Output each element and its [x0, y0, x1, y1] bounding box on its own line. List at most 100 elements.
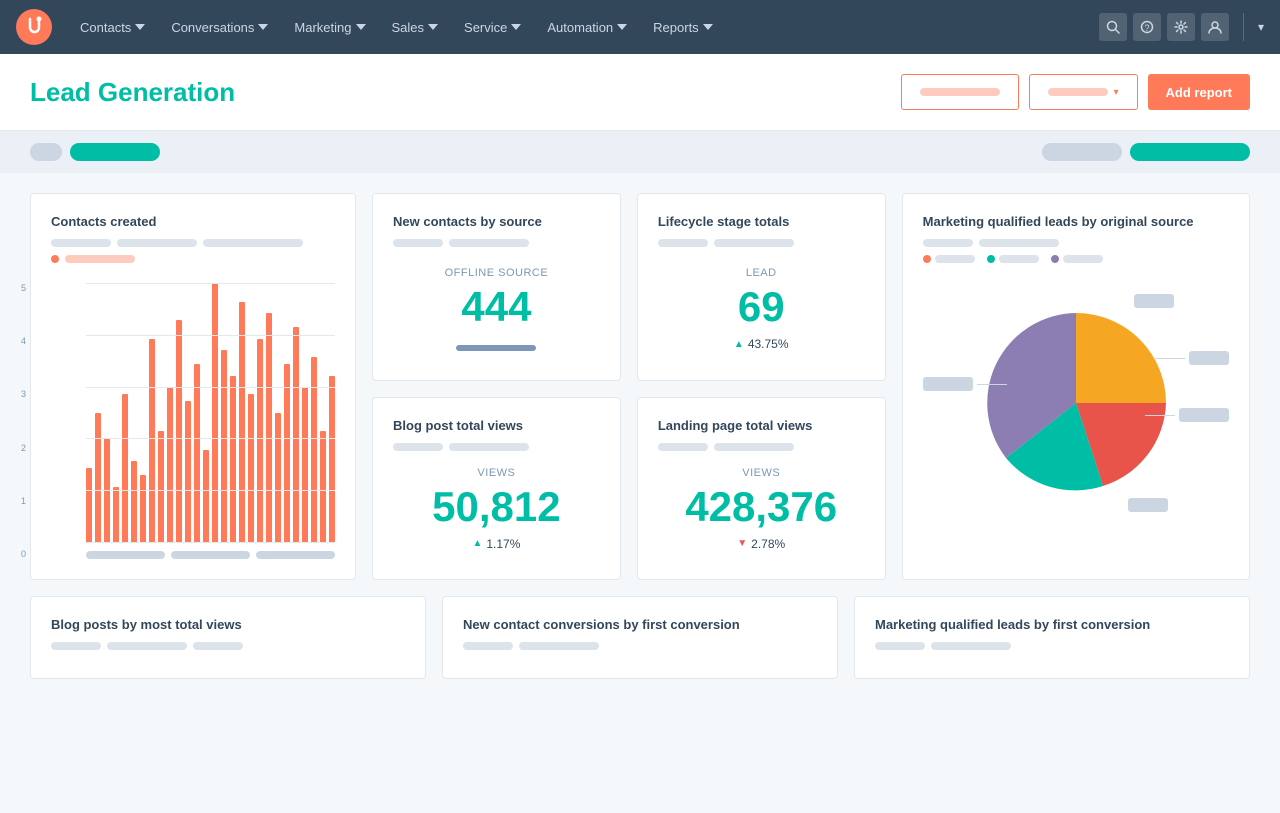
bpv-change: ▲ 1.17% [393, 537, 600, 551]
lpv-change: ▼ 2.78% [658, 537, 865, 551]
lpv-arrow: ▼ [737, 538, 747, 549]
pie-legend-teal [987, 255, 1039, 263]
page-title: Lead Generation [30, 77, 235, 108]
skel-bar2 [117, 239, 197, 247]
compare-filter-btn[interactable]: ▾ [1029, 74, 1138, 110]
lpv-change-value: 2.78% [751, 537, 785, 551]
pie-right-mid-skel [1179, 408, 1229, 422]
blog-most-views-card: Blog posts by most total views [30, 596, 426, 679]
bar-16 [230, 376, 236, 543]
mfc-skel2 [931, 642, 1011, 650]
bar-21 [275, 413, 281, 543]
blog-post-title: Blog post total views [393, 418, 600, 433]
ncc-title: New contact conversions by first convers… [463, 617, 817, 632]
pie-right-top-group [1155, 351, 1229, 365]
ls-arrow-up: ▲ [734, 339, 744, 350]
legend-label-1 [935, 255, 975, 263]
bpv-skel2 [449, 443, 529, 451]
bar-25 [311, 357, 317, 542]
mql-skel-row [923, 239, 1229, 247]
bar-7 [149, 339, 155, 543]
legend-dot-teal [987, 255, 995, 263]
add-report-btn[interactable]: Add report [1148, 74, 1250, 110]
y-label-2: 2 [21, 443, 26, 453]
pie-chart-area [923, 273, 1229, 533]
ls-skel-row [658, 239, 865, 247]
bar-4 [122, 394, 128, 542]
nav-item-reports[interactable]: Reports [641, 14, 725, 41]
chart-y-labels: 5 4 3 2 1 0 [21, 283, 26, 559]
ls-value: 69 [658, 283, 865, 331]
nav-item-sales[interactable]: Sales [380, 14, 451, 41]
bpv-change-value: 1.17% [486, 537, 520, 551]
x-label-1 [86, 551, 165, 559]
nav-search-btn[interactable] [1099, 13, 1127, 41]
nav-help-btn[interactable]: ? [1133, 13, 1161, 41]
pie-top-skel [1134, 294, 1174, 308]
legend-label-2 [999, 255, 1039, 263]
contacts-skel-row1 [51, 239, 335, 247]
mfc-skel1 [875, 642, 925, 650]
ncs-skel1 [393, 239, 443, 247]
nav-item-marketing[interactable]: Marketing [282, 14, 377, 41]
skel-bar1 [51, 239, 111, 247]
ls-skel1 [658, 239, 708, 247]
nav-profile-btn[interactable] [1201, 13, 1229, 41]
bpv-label: VIEWS [393, 467, 600, 479]
bar-0 [86, 468, 92, 542]
pie-legend-purple [1051, 255, 1103, 263]
pie-label-right-middle [1145, 408, 1229, 422]
bar-14 [212, 283, 218, 542]
contacts-chart-wrapper: 5 4 3 2 1 0 [51, 283, 335, 559]
nav-item-service[interactable]: Service [452, 14, 533, 41]
y-label-4: 4 [21, 336, 26, 346]
ncc-skel2 [519, 642, 599, 650]
mql-source-card: Marketing qualified leads by original so… [902, 193, 1250, 580]
nav-item-conversations[interactable]: Conversations [159, 14, 280, 41]
page-header: Lead Generation ▾ Add report [0, 54, 1280, 131]
filter-tag-teal[interactable] [70, 143, 160, 161]
bmv-skel3 [193, 642, 243, 650]
nav-collapse-btn[interactable]: ▾ [1258, 20, 1264, 34]
skel-bar3 [203, 239, 303, 247]
bar-12 [194, 364, 200, 542]
pie-label-bottom [1128, 498, 1168, 512]
nav-item-automation[interactable]: Automation [535, 14, 639, 41]
pie-label-top [1134, 294, 1174, 308]
bar-17 [239, 302, 245, 543]
date-range-filter-btn[interactable] [901, 74, 1019, 110]
pie-legend-dots [923, 255, 1229, 263]
nav-settings-btn[interactable] [1167, 13, 1195, 41]
filter-pill-teal2[interactable] [1130, 143, 1250, 161]
nav-item-contacts[interactable]: Contacts [68, 14, 157, 41]
mfc-title: Marketing qualified leads by first conve… [875, 617, 1229, 632]
ncs-skel2 [449, 239, 529, 247]
new-contacts-source-card: New contacts by source OFFLINE SOURCE 44… [372, 193, 621, 381]
ncs-value: 444 [393, 283, 600, 331]
main-content: Contacts created 5 4 3 2 1 0 [0, 173, 1280, 715]
pie-bottom-skel [1128, 498, 1168, 512]
ls-change: ▲ 43.75% [658, 337, 865, 351]
bpv-arrow: ▲ [472, 538, 482, 549]
y-label-5: 5 [21, 283, 26, 293]
bar-23 [293, 327, 299, 542]
pie-label-left-group [923, 377, 1007, 391]
bar-18 [248, 394, 254, 542]
y-label-3: 3 [21, 389, 26, 399]
hubspot-logo[interactable] [16, 9, 52, 45]
chart-x-labels [86, 551, 335, 559]
skel-bar4 [65, 255, 135, 263]
filter-right [1042, 143, 1250, 161]
lifecycle-title: Lifecycle stage totals [658, 214, 865, 229]
h-line-0 [86, 283, 335, 284]
pie-label-right-top [1155, 351, 1229, 365]
nav-right: ? ▾ [1099, 13, 1264, 41]
ncs-metric-bar [456, 345, 536, 351]
y-label-1: 1 [21, 496, 26, 506]
filter-pill-gray [1042, 143, 1122, 161]
bar-26 [320, 431, 326, 542]
contacts-created-card: Contacts created 5 4 3 2 1 0 [30, 193, 356, 580]
pie-svg [976, 303, 1176, 503]
header-actions: ▾ Add report [901, 74, 1250, 110]
contacts-created-title: Contacts created [51, 214, 335, 229]
